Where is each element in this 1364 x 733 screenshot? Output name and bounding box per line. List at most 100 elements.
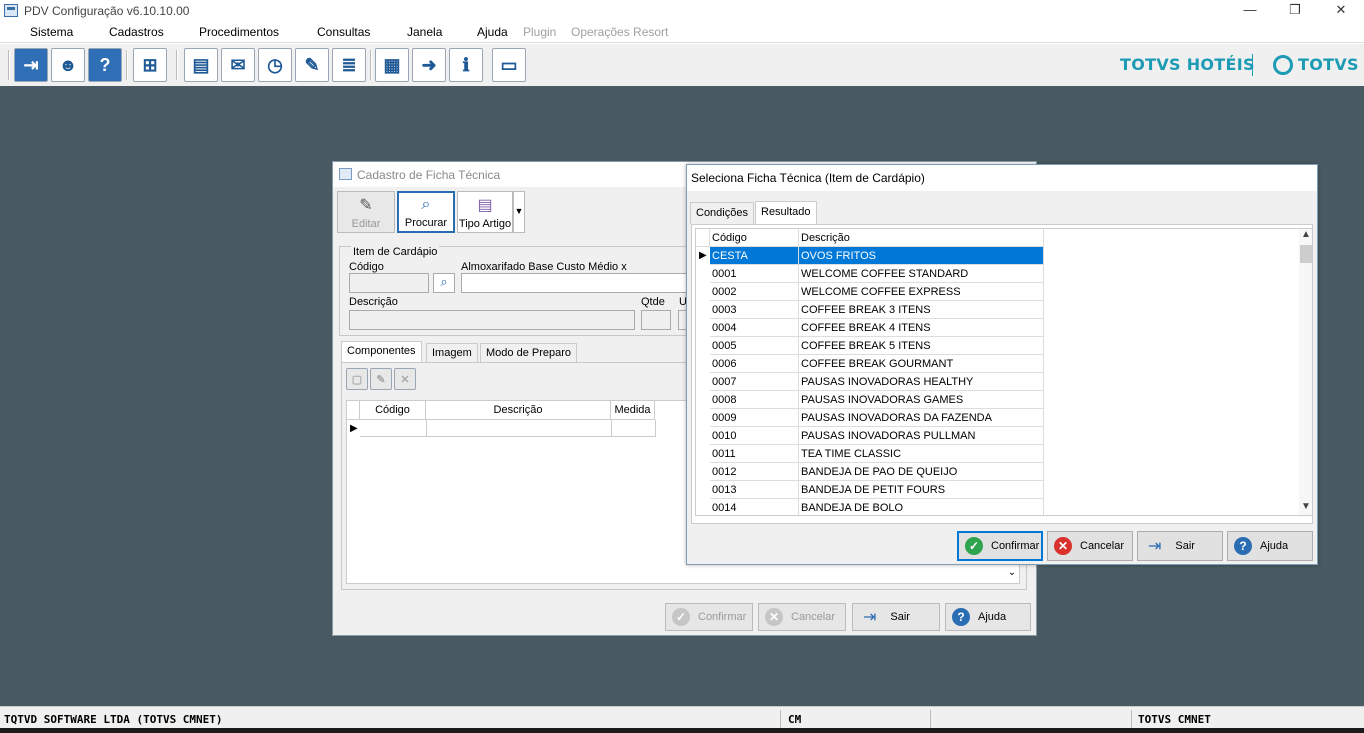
check-icon: ✓ bbox=[965, 537, 983, 555]
cancel-button[interactable]: ✕ Cancelar bbox=[1047, 531, 1133, 561]
exit-button[interactable]: ⇥ Sair bbox=[852, 603, 940, 631]
grid-col-description[interactable]: Descrição bbox=[426, 401, 611, 420]
status-company: TQTVD SOFTWARE LTDA (TOTVS CMNET) bbox=[4, 713, 223, 726]
title-bar: PDV Configuração v6.10.10.00 — ❐ ✕ bbox=[0, 0, 1364, 22]
list-item[interactable]: CESTA OVOS FRITOS bbox=[710, 247, 1044, 265]
list-item-code: 0014 bbox=[710, 499, 799, 515]
list-item-code: 0008 bbox=[710, 391, 799, 409]
edit-button[interactable]: ✎ Editar bbox=[337, 191, 395, 233]
list-item[interactable]: 0004 COFFEE BREAK 4 ITENS bbox=[710, 319, 1044, 337]
exit-icon[interactable]: ⇥ bbox=[14, 48, 48, 82]
list-item[interactable]: 0001 WELCOME COFFEE STANDARD bbox=[710, 265, 1044, 283]
scroll-down-icon[interactable]: ▼ bbox=[1300, 501, 1312, 515]
list-item[interactable]: 0009 PAUSAS INOVADORAS DA FAZENDA bbox=[710, 409, 1044, 427]
list-item[interactable]: 0013 BANDEJA DE PETIT FOURS bbox=[710, 481, 1044, 499]
help-circle-icon: ? bbox=[952, 608, 970, 626]
menu-consultas[interactable]: Consultas bbox=[317, 25, 370, 39]
search-button[interactable]: ⌕ Procurar bbox=[397, 191, 455, 233]
select-ficha-dialog: Seleciona Ficha Técnica (Item de Cardápi… bbox=[686, 164, 1318, 565]
user-key-icon[interactable]: ☻ bbox=[51, 48, 85, 82]
list-item[interactable]: 0012 BANDEJA DE PAO DE QUEIJO bbox=[710, 463, 1044, 481]
list-item-description: COFFEE BREAK 5 ITENS bbox=[799, 337, 1044, 355]
list-item[interactable]: 0014 BANDEJA DE BOLO bbox=[710, 499, 1044, 515]
clock-icon[interactable]: ◷ bbox=[258, 48, 292, 82]
confirm-button[interactable]: ✓ Confirmar bbox=[957, 531, 1043, 561]
edit-list-icon[interactable]: ✎ bbox=[295, 48, 329, 82]
edit-row-icon[interactable]: ✎ bbox=[370, 368, 392, 390]
help-icon[interactable]: ? bbox=[88, 48, 122, 82]
calculator-icon[interactable]: ▦ bbox=[375, 48, 409, 82]
tab-condicoes[interactable]: Condições bbox=[690, 202, 754, 224]
exit-door-icon: ⇥ bbox=[863, 609, 877, 626]
list-item-description: COFFEE BREAK GOURMANT bbox=[799, 355, 1044, 373]
list-item-description: PAUSAS INOVADORAS PULLMAN bbox=[799, 427, 1044, 445]
grid-col-code[interactable]: Código bbox=[360, 401, 426, 420]
menu-plugin[interactable]: Plugin bbox=[523, 25, 556, 39]
description-field[interactable] bbox=[349, 310, 635, 330]
chevron-down-icon[interactable]: ⌄ bbox=[1005, 567, 1019, 581]
tab-resultado[interactable]: Resultado bbox=[755, 201, 817, 224]
vertical-scrollbar[interactable]: ▲ ▼ bbox=[1299, 229, 1312, 515]
list-item-code: 0005 bbox=[710, 337, 799, 355]
menu-procedimentos[interactable]: Procedimentos bbox=[199, 25, 279, 39]
grid-col-unit[interactable]: Medida bbox=[611, 401, 655, 420]
code-field[interactable] bbox=[349, 273, 429, 293]
tab-componentes[interactable]: Componentes bbox=[341, 341, 422, 363]
result-list: Código Descrição ▶ CESTA OVOS FRITOS 0001 W… bbox=[695, 228, 1313, 516]
result-panel: Código Descrição ▶ CESTA OVOS FRITOS 0001 W… bbox=[691, 224, 1313, 524]
list-item[interactable]: 0005 COFFEE BREAK 5 ITENS bbox=[710, 337, 1044, 355]
card-icon[interactable]: ▭ bbox=[492, 48, 526, 82]
list-item[interactable]: 0003 COFFEE BREAK 3 ITENS bbox=[710, 301, 1044, 319]
list-item-code: 0010 bbox=[710, 427, 799, 445]
list-item-code: 0012 bbox=[710, 463, 799, 481]
status-cell-3: TOTVS CMNET bbox=[1138, 713, 1211, 726]
menu-operacoes-resort[interactable]: Operações Resort bbox=[571, 25, 668, 39]
dialog-title: Cadastro de Ficha Técnica bbox=[357, 168, 501, 182]
menu-janela[interactable]: Janela bbox=[407, 25, 442, 39]
store-field[interactable] bbox=[461, 273, 691, 293]
mail-forward-icon[interactable]: ➜ bbox=[412, 48, 446, 82]
list-item-description: OVOS FRITOS bbox=[799, 247, 1044, 265]
menu-sistema[interactable]: Sistema bbox=[30, 25, 73, 39]
menu-ajuda[interactable]: Ajuda bbox=[477, 25, 508, 39]
delete-row-icon[interactable]: ✕ bbox=[394, 368, 416, 390]
code-search-icon[interactable]: ⌕ bbox=[433, 273, 455, 293]
check-icon: ✓ bbox=[672, 608, 690, 626]
menu-cadastros[interactable]: Cadastros bbox=[109, 25, 164, 39]
article-type-dropdown[interactable]: ▼ bbox=[513, 191, 525, 233]
tab-imagem[interactable]: Imagem bbox=[426, 343, 478, 363]
window-title: PDV Configuração v6.10.10.00 bbox=[24, 4, 190, 18]
list-item[interactable]: 0010 PAUSAS INOVADORAS PULLMAN bbox=[710, 427, 1044, 445]
col-code[interactable]: Código bbox=[710, 229, 799, 247]
edit-icon: ✎ bbox=[359, 197, 373, 214]
help-button[interactable]: ? Ajuda bbox=[945, 603, 1031, 631]
tab-modo-preparo[interactable]: Modo de Preparo bbox=[480, 343, 577, 363]
list-item[interactable]: 0002 WELCOME COFFEE EXPRESS bbox=[710, 283, 1044, 301]
help-button[interactable]: ? Ajuda bbox=[1227, 531, 1313, 561]
list-item[interactable]: 0006 COFFEE BREAK GOURMANT bbox=[710, 355, 1044, 373]
scroll-thumb[interactable] bbox=[1300, 245, 1312, 263]
monitor-info-icon[interactable]: ℹ bbox=[449, 48, 483, 82]
article-type-button[interactable]: ▤ Tipo Artigo bbox=[457, 191, 513, 233]
code-label: Código bbox=[349, 261, 384, 273]
minimize-button[interactable]: — bbox=[1227, 0, 1273, 22]
close-button[interactable]: ✕ bbox=[1318, 0, 1364, 22]
dialog-icon bbox=[339, 168, 352, 180]
list-item[interactable]: 0011 TEA TIME CLASSIC bbox=[710, 445, 1044, 463]
list-item[interactable]: 0007 PAUSAS INOVADORAS HEALTHY bbox=[710, 373, 1044, 391]
scroll-up-icon[interactable]: ▲ bbox=[1300, 229, 1312, 243]
maximize-button[interactable]: ❐ bbox=[1272, 0, 1318, 22]
cancel-button-disabled[interactable]: ✕ Cancelar bbox=[758, 603, 846, 631]
grid-icon: ▤ bbox=[477, 197, 493, 214]
mail-icon[interactable]: ✉ bbox=[221, 48, 255, 82]
network-icon[interactable]: ⊞ bbox=[133, 48, 167, 82]
list-item[interactable]: 0008 PAUSAS INOVADORAS GAMES bbox=[710, 391, 1044, 409]
quantity-field[interactable] bbox=[641, 310, 671, 330]
notes-money-icon[interactable]: ≣ bbox=[332, 48, 366, 82]
cash-register-icon[interactable]: ▤ bbox=[184, 48, 218, 82]
exit-button[interactable]: ⇥ Sair bbox=[1137, 531, 1223, 561]
list-item-code: 0011 bbox=[710, 445, 799, 463]
col-description[interactable]: Descrição bbox=[799, 229, 1044, 247]
add-icon[interactable]: ▢ bbox=[346, 368, 368, 390]
confirm-button-disabled[interactable]: ✓ Confirmar bbox=[665, 603, 753, 631]
